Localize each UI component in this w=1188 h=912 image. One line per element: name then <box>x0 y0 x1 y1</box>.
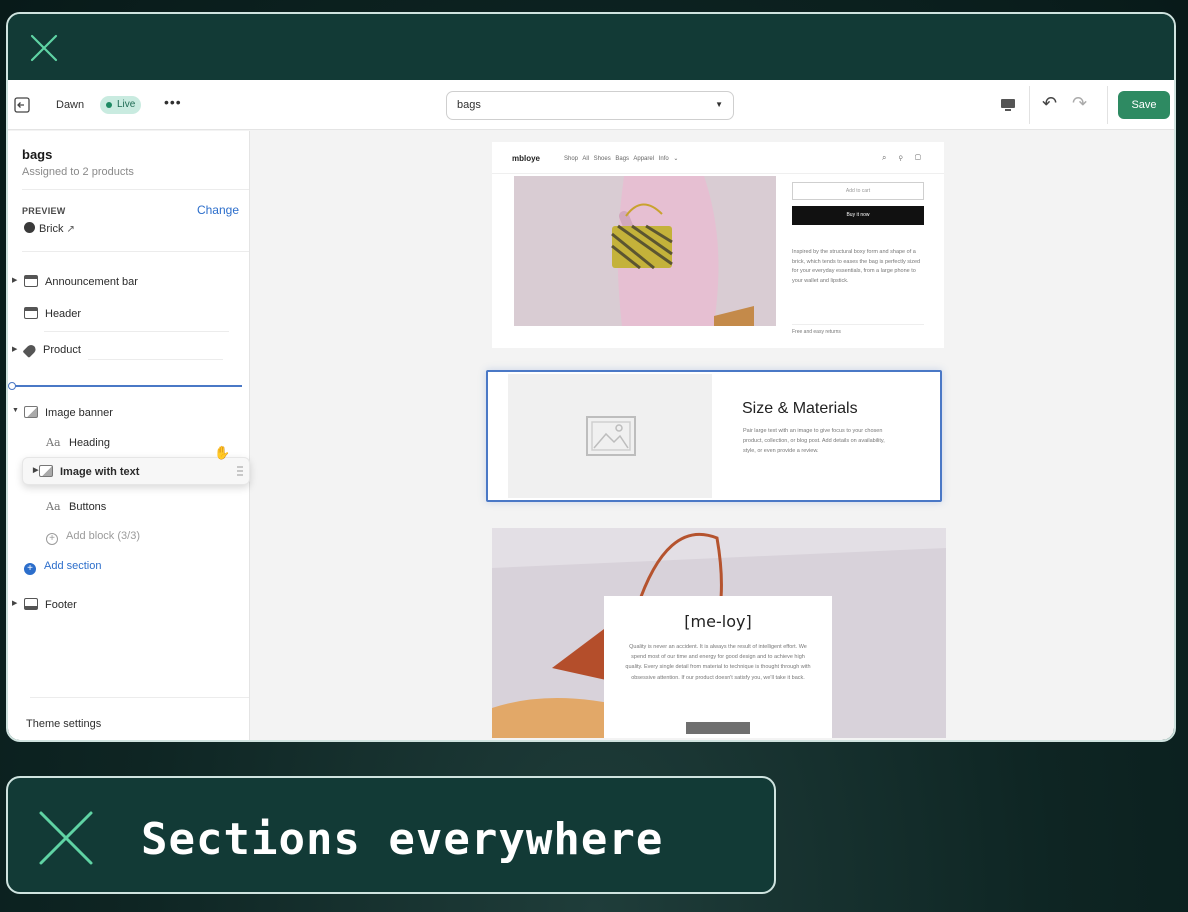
preview-product-name: Brick <box>39 223 64 235</box>
sections-sidebar: bags Assigned to 2 products PREVIEW Chan… <box>8 131 250 740</box>
section-announcement-bar[interactable]: ▶ Announcement bar <box>12 275 138 288</box>
section-label: Announcement bar <box>45 276 138 288</box>
image-banner-text: Quality is never an accident. It is alwa… <box>625 644 811 681</box>
plus-circle-icon: + <box>24 563 36 575</box>
store-header: mbloye Shop All Shoes Bags Apparel Info … <box>492 142 944 174</box>
undo-icon[interactable]: ↶ <box>1042 93 1057 114</box>
x-logo-icon <box>39 811 93 865</box>
chevron-down-icon: ▼ <box>715 100 723 109</box>
theme-settings-link[interactable]: Theme settings <box>26 718 101 730</box>
section-footer[interactable]: ▶ Footer <box>12 598 77 611</box>
desktop-preview-icon[interactable] <box>1000 97 1016 113</box>
x-logo-icon <box>30 34 58 62</box>
collapse-caret-icon[interactable]: ▼ <box>12 407 19 414</box>
drop-indicator <box>8 382 242 390</box>
text-icon: Aa <box>46 436 61 449</box>
exit-icon[interactable] <box>14 97 30 113</box>
image-banner-button[interactable] <box>686 722 750 734</box>
divider <box>30 697 249 698</box>
preview-label: PREVIEW <box>22 206 66 216</box>
live-badge: Live <box>100 96 142 114</box>
store-preview: mbloye Shop All Shoes Bags Apparel Info … <box>486 142 946 740</box>
section-product[interactable]: ▶ Product <box>12 343 81 358</box>
divider <box>22 251 249 252</box>
theme-name: Dawn <box>56 99 85 111</box>
add-block-button[interactable]: + Add block (3/3) <box>46 530 140 545</box>
theme-editor: Dawn Live ••• bags ▼ ↶ ↷ Save bags Assig… <box>8 80 1174 740</box>
image-with-text-section-selected[interactable]: Size & Materials Pair large text with an… <box>486 370 942 502</box>
caption-text: Sections everywhere <box>141 814 664 865</box>
template-assignment: Assigned to 2 products <box>22 166 134 178</box>
block-heading[interactable]: Aa Heading <box>46 436 110 449</box>
image-banner-section[interactable]: [me-loy] Quality is never an accident. I… <box>492 528 946 738</box>
store-nav-links[interactable]: Shop All Shoes Bags Apparel Info ⌄ <box>564 155 678 162</box>
block-buttons[interactable]: Aa Buttons <box>46 500 106 513</box>
toolbar-divider <box>1029 86 1030 124</box>
section-image-with-text[interactable]: ▶ Image with text <box>33 465 140 478</box>
image-banner-text-card: [me-loy] Quality is never an accident. I… <box>604 596 832 738</box>
image-banner-heading: [me-loy] <box>684 612 752 631</box>
block-label: Heading <box>69 437 110 449</box>
drag-handle-icon[interactable] <box>237 466 243 478</box>
more-actions-button[interactable]: ••• <box>164 94 182 110</box>
product-section[interactable]: mbloye Shop All Shoes Bags Apparel Info … <box>492 142 944 348</box>
editor-toolbar: Dawn Live ••• bags ▼ ↶ ↷ Save <box>8 80 1174 130</box>
text-icon: Aa <box>46 500 61 513</box>
template-title: bags <box>22 147 53 162</box>
caption-banner: Sections everywhere <box>6 776 776 894</box>
expand-caret-icon[interactable]: ▶ <box>12 345 17 353</box>
product-description: Inspired by the structural boxy form and… <box>792 249 921 284</box>
banner-heading: Size & Materials <box>742 400 858 417</box>
add-section-label: Add section <box>44 560 102 572</box>
section-header[interactable]: Header <box>24 307 81 320</box>
product-image <box>514 176 776 326</box>
presentation-frame: Dawn Live ••• bags ▼ ↶ ↷ Save bags Assig… <box>6 12 1176 742</box>
image-placeholder <box>508 374 712 498</box>
divider <box>44 331 229 332</box>
expand-caret-icon[interactable]: ▶ <box>33 466 38 474</box>
divider <box>22 189 249 190</box>
section-image-banner[interactable]: ▼ Image banner <box>12 406 113 419</box>
preview-product[interactable]: Brick ↗ <box>24 222 75 235</box>
toolbar-divider <box>1107 86 1108 124</box>
section-label: Image with text <box>60 466 140 478</box>
section-label: Product <box>43 344 81 356</box>
buy-now-button[interactable]: Buy it now <box>792 206 924 225</box>
product-photo-illustration <box>514 176 776 326</box>
product-icon <box>24 222 35 233</box>
announcement-bar-icon <box>24 275 38 287</box>
divider <box>88 359 223 360</box>
template-select[interactable]: bags ▼ <box>446 91 734 120</box>
tag-icon <box>22 343 38 358</box>
redo-icon[interactable]: ↷ <box>1072 93 1087 114</box>
store-header-icons[interactable]: ⌕ ⚲ ▢ <box>882 153 926 163</box>
external-link-icon: ↗ <box>66 224 75 235</box>
frame-header <box>8 14 1174 80</box>
add-to-cart-button[interactable]: Add to cart <box>792 182 924 200</box>
save-button[interactable]: Save <box>1118 91 1170 119</box>
section-label: Footer <box>45 599 77 611</box>
block-label: Buttons <box>69 501 107 513</box>
shipping-info[interactable]: Free and easy returns <box>792 324 924 335</box>
grab-cursor-icon: ✋ <box>214 445 231 460</box>
change-preview-link[interactable]: Change <box>197 203 239 217</box>
plus-circle-icon: + <box>46 533 58 545</box>
add-section-button[interactable]: + Add section <box>24 560 101 575</box>
image-with-text-icon <box>39 465 53 477</box>
store-logo[interactable]: mbloye <box>512 154 540 163</box>
expand-caret-icon[interactable]: ▶ <box>12 599 17 607</box>
header-icon <box>24 307 38 319</box>
section-label: Image banner <box>45 407 113 419</box>
section-label: Header <box>45 308 82 320</box>
template-select-value: bags <box>457 99 481 111</box>
add-block-label: Add block (3/3) <box>66 530 140 542</box>
banner-text: Pair large text with an image to give fo… <box>743 428 885 454</box>
expand-caret-icon[interactable]: ▶ <box>12 276 17 284</box>
footer-icon <box>24 598 38 610</box>
image-placeholder-icon <box>586 416 636 456</box>
image-banner-icon <box>24 406 38 418</box>
